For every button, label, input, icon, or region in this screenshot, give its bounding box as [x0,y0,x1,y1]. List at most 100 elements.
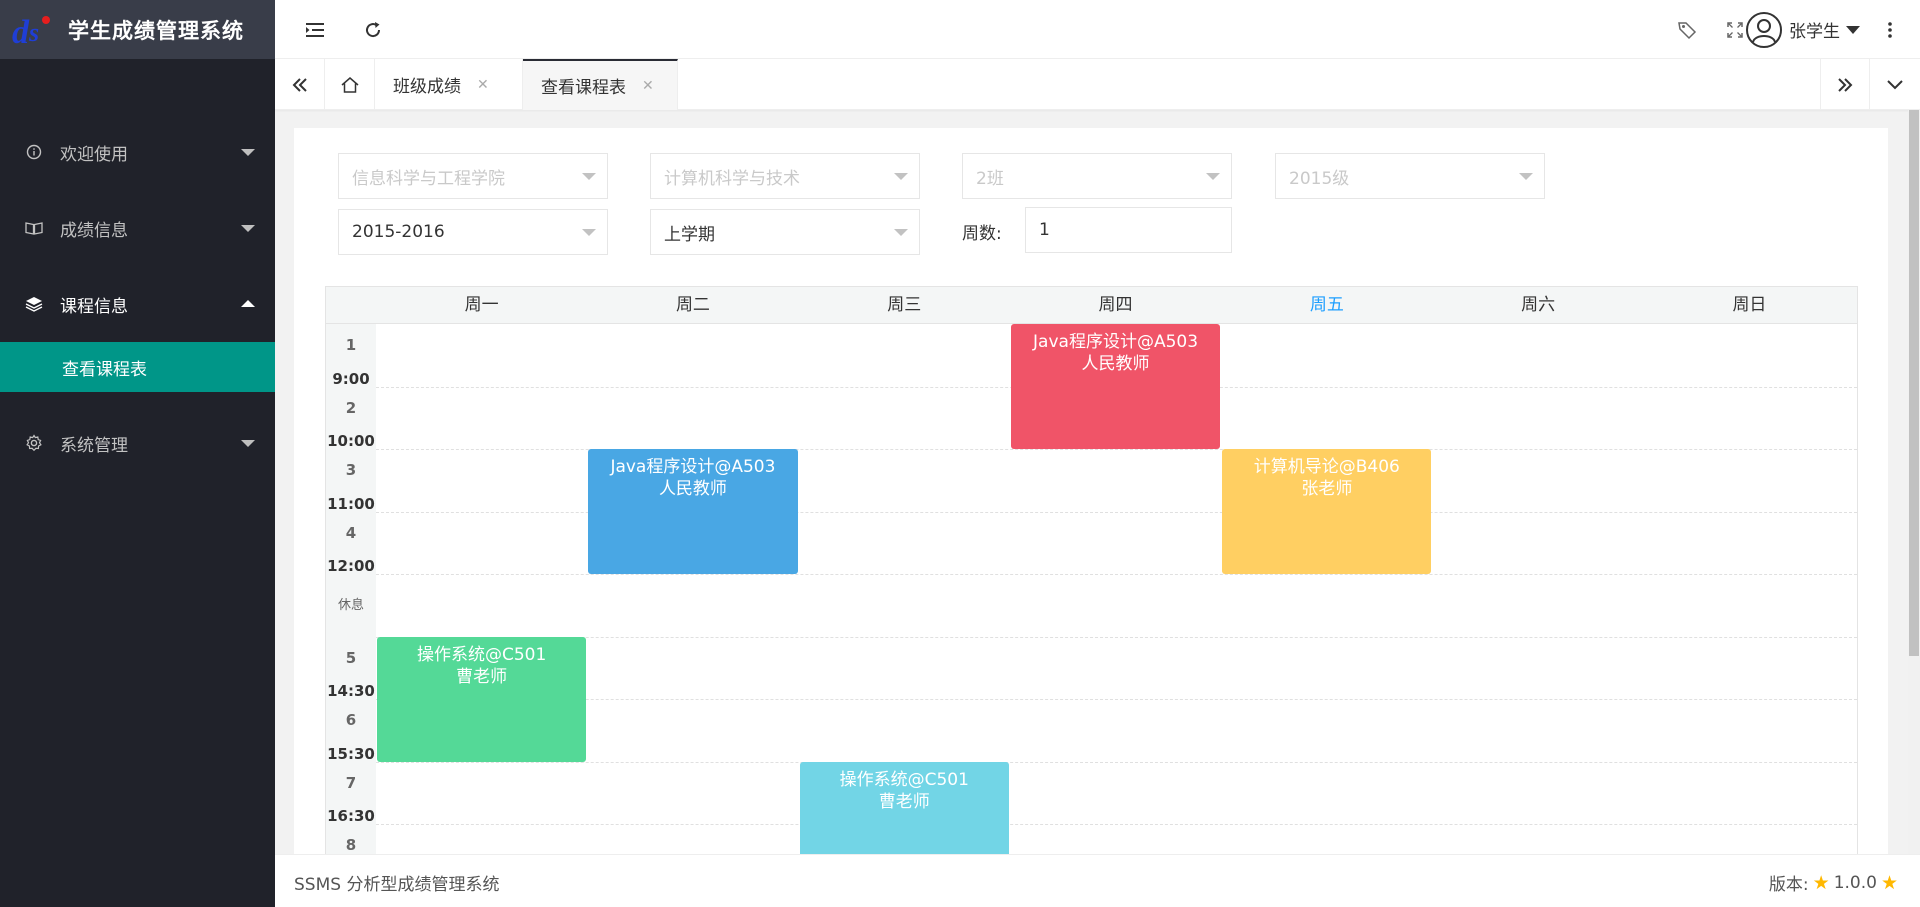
close-icon[interactable]: ✕ [477,77,489,93]
course-title: Java程序设计@A503 [610,457,776,477]
day-header: 周四 [1098,295,1133,315]
double-chevron-right-icon [1838,77,1853,92]
refresh-icon [366,21,381,37]
period-number: 3 [345,461,357,479]
theme-button[interactable] [1662,0,1712,59]
chevron-up-icon [241,300,255,307]
select-value: 2015级 [1289,168,1350,189]
course-block[interactable]: Java程序设计@A503 人民教师 [588,449,798,574]
period-number: 8 [345,836,357,854]
top-header: 张学生 [275,0,1920,59]
caret-down-icon [894,173,908,180]
period-number: 7 [345,773,357,792]
period-time: 11:00 [327,494,375,513]
class-select[interactable]: 2班 [962,153,1232,199]
course-teacher: 人民教师 [1081,354,1150,374]
double-chevron-left-icon [292,77,307,92]
fullscreen-icon [1727,21,1743,38]
star-icon: ★ [1880,871,1898,894]
indent-icon [306,22,324,37]
period-time: 10:00 [327,432,375,450]
grade-select[interactable]: 2015级 [1275,153,1545,199]
chevron-down-icon [241,225,255,232]
sidebar-subitem-view-timetable[interactable]: 查看课程表 [0,342,275,392]
sidebar: d s 学生成绩管理系统 欢迎使用 成绩信息 课程信息 查看课程表 系统管理 [0,0,275,907]
course-block[interactable]: 计算机导论@B406 张老师 [1222,449,1432,574]
course-teacher: 人民教师 [658,479,727,499]
period-time: 16:30 [327,807,375,825]
gear-icon [24,433,44,453]
menu-toggle-button[interactable] [290,0,340,59]
day-header: 周一 [464,295,499,315]
input-value: 1 [1039,220,1050,240]
course-block[interactable]: 操作系统@C501 曹老师 [377,636,587,762]
period-number: 5 [345,648,357,667]
chevron-down-icon [241,149,255,156]
tab-scroll-left-button[interactable] [275,59,325,110]
course-title: 操作系统@C501 [839,769,969,790]
tab-label: 班级成绩 [393,77,461,97]
period-number: 4 [345,523,357,542]
svg-text:s: s [28,18,39,47]
week-input[interactable]: 1 [1025,207,1232,253]
home-icon [341,76,358,93]
period-time: 9:00 [332,369,370,388]
tab-bar: 班级成绩 ✕ 查看课程表 ✕ [275,59,1920,110]
select-value: 2班 [976,168,1004,189]
course-title: 操作系统@C501 [416,644,547,665]
tab-menu-button[interactable] [1870,59,1920,110]
caret-down-icon [1846,25,1860,34]
day-header: 周二 [675,295,710,315]
logo-icon: d s [12,13,52,51]
sidebar-item-welcome[interactable]: 欢迎使用 [0,114,275,190]
course-title: Java程序设计@A503 [1033,332,1199,352]
week-label: 周数: [962,224,1002,244]
grid-line [376,824,1857,825]
course-teacher: 曹老师 [878,791,930,812]
select-value: 上学期 [664,224,715,245]
course-teacher: 曹老师 [456,666,508,687]
tab-view-timetable[interactable]: 查看课程表 ✕ [523,59,678,110]
select-value: 计算机科学与技术 [664,168,800,189]
grid-line [376,699,1857,700]
more-button[interactable] [1860,0,1920,59]
course-block[interactable]: 操作系统@C501 曹老师 [799,761,1009,854]
info-icon [24,142,44,162]
chevron-down-icon [241,440,255,447]
sidebar-item-system[interactable]: 系统管理 [0,405,275,481]
tab-class-grades[interactable]: 班级成绩 ✕ [375,59,523,110]
course-teacher: 张老师 [1301,479,1353,499]
sidebar-item-courses[interactable]: 课程信息 [0,266,275,342]
close-icon[interactable]: ✕ [642,78,654,94]
refresh-button[interactable] [348,0,398,59]
timetable: 周一 周二 周三 周四 周五 周六 周日 1 9:00 2 10:00 3 11:00 4 12:00 5 1… [325,286,1858,854]
user-menu[interactable]: 张学生 [1745,0,1860,59]
period-number: 6 [345,711,357,729]
rest-label: 休息 [337,598,364,613]
sidebar-item-grades[interactable]: 成绩信息 [0,190,275,266]
day-header: 周五 [1309,295,1344,315]
app-title: 学生成绩管理系统 [68,18,244,43]
scrollbar-thumb[interactable] [1909,110,1919,656]
caret-down-icon [582,229,596,236]
course-block[interactable]: Java程序设计@A503 人民教师 [1010,324,1221,449]
layers-icon [24,294,44,314]
period-number: 2 [345,398,357,417]
footer: SSMS 分析型成绩管理系统 版本: ★ 1.0.0 ★ [275,854,1920,907]
page-scrollbar[interactable] [1908,110,1920,854]
select-value: 2015-2016 [352,222,445,242]
footer-text: SSMS 分析型成绩管理系统 [294,875,500,895]
year-select[interactable]: 2015-2016 [338,209,608,255]
tab-scroll-right-button[interactable] [1820,59,1870,110]
timetable-time-column: 1 9:00 2 10:00 3 11:00 4 12:00 5 14:30 6 15:30 7 16:3… [326,324,376,854]
version-label: 版本: [1768,875,1809,895]
college-select[interactable]: 信息科学与工程学院 [338,153,608,199]
timetable-header: 周一 周二 周三 周四 周五 周六 周日 [326,287,1857,324]
sidebar-nav: 欢迎使用 成绩信息 课程信息 查看课程表 系统管理 [0,114,275,481]
major-select[interactable]: 计算机科学与技术 [650,153,920,199]
caret-down-icon [1519,173,1533,180]
logo-bar: d s 学生成绩管理系统 [0,0,275,59]
tab-home[interactable] [325,59,375,110]
term-select[interactable]: 上学期 [650,209,920,255]
sidebar-item-label: 课程信息 [60,296,128,317]
